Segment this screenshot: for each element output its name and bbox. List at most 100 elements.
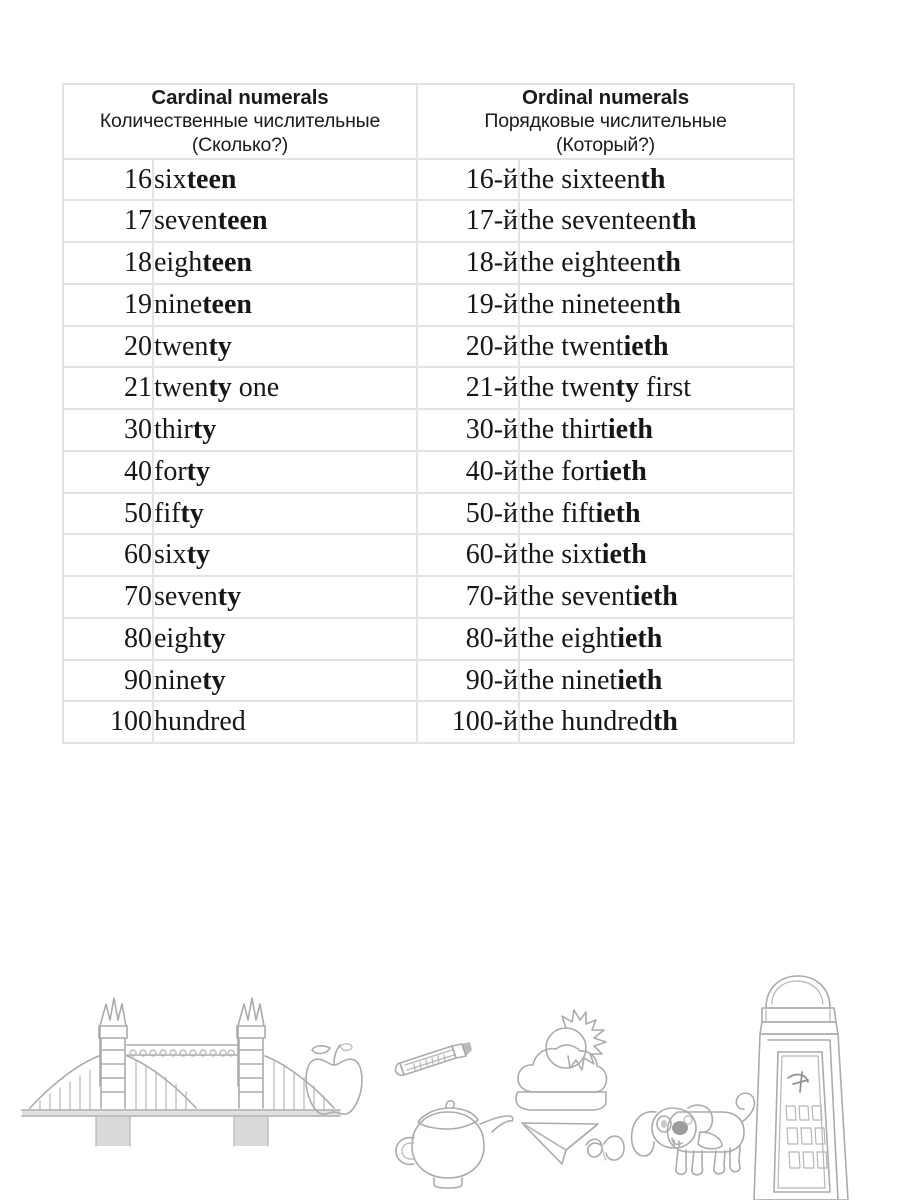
ordinal-header-question: (Который?) <box>556 133 655 156</box>
ordinal-word-suffix: th <box>640 163 666 195</box>
cardinal-word-cell: twenty <box>151 324 419 369</box>
cardinal-number-cell: 21 <box>62 366 154 411</box>
cardinal-word-stem: seven <box>154 581 218 613</box>
numerals-table: Cardinal numerals Количественные числите… <box>61 83 796 745</box>
ordinal-number-cell: 30-й <box>416 408 521 452</box>
ordinal-word-cell: the ninetieth <box>518 658 796 703</box>
ordinal-word-stem: the sixt <box>520 539 602 571</box>
cardinal-number-cell: 90 <box>62 658 154 703</box>
ordinal-number-cell: 20-й <box>416 324 521 369</box>
ordinal-word-cell: the sixtieth <box>518 533 796 578</box>
cardinal-number-cell: 60 <box>62 533 154 578</box>
table-row: 50 fifty 50-й the fiftieth <box>62 491 796 536</box>
ordinal-word-suffix: ieth <box>595 497 641 529</box>
cardinal-word-cell: twenty one <box>151 366 419 411</box>
ordinal-number-cell: 90-й <box>416 658 521 703</box>
ordinal-word-suffix: th <box>656 288 681 320</box>
cardinal-word-suffix: ty <box>192 414 217 446</box>
cardinal-number: 20 <box>124 330 152 362</box>
cardinal-word-suffix: teen <box>202 288 252 320</box>
ordinal-word-suffix: th <box>656 247 681 279</box>
cardinal-word-stem: twen <box>154 330 209 362</box>
dog-illustration <box>630 1092 756 1176</box>
ordinal-word-suffix: ieth <box>632 581 678 613</box>
table-row: 40 forty 40-й the fortieth <box>62 449 796 494</box>
ordinal-word-cell: the eightieth <box>518 616 796 661</box>
cardinal-word-suffix: ty <box>186 455 210 487</box>
table-row: 19 nineteen 19-й the nineteenth <box>62 282 796 327</box>
ordinal-number: 70-й <box>465 581 519 613</box>
cardinal-header-question: (Сколько?) <box>191 133 289 156</box>
cardinal-number-cell: 16 <box>62 157 154 202</box>
cardinal-word-tail: one <box>231 372 280 404</box>
cardinal-word-cell: eighteen <box>151 241 419 285</box>
ordinal-word-stem: the fort <box>520 455 602 487</box>
cardinal-number: 40 <box>124 455 152 487</box>
cardinal-word-stem: for <box>154 455 187 487</box>
cardinal-word-stem: eigh <box>154 247 203 279</box>
table-row: 80 eighty 80-й the eightieth <box>62 616 796 661</box>
cardinal-number-cell: 70 <box>62 575 154 619</box>
table-row: 20 twenty 20-й the twentieth <box>62 324 796 369</box>
ordinal-word-stem: the fift <box>520 497 596 529</box>
ordinal-word-cell: the eighteenth <box>518 241 796 285</box>
cardinal-word-suffix: ty <box>208 330 232 362</box>
ordinal-word-stem: the eight <box>520 622 618 654</box>
ordinal-number: 40-й <box>465 455 519 487</box>
ordinal-number-cell: 21-й <box>416 366 521 411</box>
sun-behind-cloud-illustration <box>515 1009 608 1111</box>
cardinal-number: 70 <box>124 581 152 613</box>
cardinal-word-suffix: teen <box>217 205 268 237</box>
tower-bridge-illustration <box>21 997 341 1147</box>
cardinal-word-stem: eigh <box>154 622 203 654</box>
cardinal-word-stem: seven <box>154 205 218 237</box>
cardinal-word-suffix: ty <box>217 581 242 613</box>
ordinal-number: 20-й <box>465 330 519 362</box>
cardinal-header-ru: Количественные числительные <box>99 110 381 132</box>
cardinal-number: 18 <box>124 247 152 279</box>
cardinal-word-stem: fif <box>154 497 181 529</box>
cardinal-number: 90 <box>124 664 152 696</box>
cardinal-number: 60 <box>124 539 152 571</box>
cardinal-word-suffix: ty <box>180 497 204 529</box>
cardinal-word-suffix: teen <box>202 247 252 279</box>
cardinal-number: 19 <box>124 288 152 320</box>
ordinal-number: 90-й <box>465 664 519 696</box>
ordinal-number: 80-й <box>465 622 519 654</box>
cardinal-word-stem: six <box>154 163 187 195</box>
table-header: Cardinal numerals Количественные числите… <box>61 83 796 160</box>
cardinal-number-cell: 50 <box>62 491 154 536</box>
table-header-row: Cardinal numerals Количественные числите… <box>61 83 796 160</box>
ordinal-header-cell: Ordinal numerals Порядковые числительные… <box>416 83 796 160</box>
ordinal-word-cell: the nineteenth <box>518 282 796 327</box>
ordinal-word-cell: the twentieth <box>518 324 796 369</box>
cardinal-word-suffix: ty <box>208 372 232 404</box>
cardinal-number-cell: 30 <box>62 408 154 452</box>
cardinal-word-cell: seventeen <box>151 199 419 244</box>
ordinal-number-cell: 70-й <box>416 575 521 619</box>
ordinal-word-cell: the seventieth <box>518 575 796 619</box>
cardinal-word-cell: nineteen <box>151 282 419 327</box>
ordinal-word-cell: the sixteenth <box>518 157 796 202</box>
ordinal-number: 30-й <box>465 414 519 446</box>
table-row: 21 twenty one 21-й the twenty first <box>62 366 796 411</box>
cardinal-number: 30 <box>124 414 152 446</box>
cardinal-word-cell: fifty <box>151 491 419 536</box>
cardinal-word-cell: thirty <box>151 408 419 452</box>
ordinal-word-cell: the thirtieth <box>518 408 796 452</box>
ordinal-header-ru: Порядковые числительные <box>484 110 727 132</box>
ordinal-number: 100-й <box>451 706 519 738</box>
cardinal-number: 17 <box>124 205 152 237</box>
ordinal-word-suffix: ieth <box>607 414 653 446</box>
ordinal-word-cell: the twenty first <box>518 366 796 411</box>
paper-plane-illustration <box>521 1122 625 1165</box>
table-row: 100 hundred 100-й the hundredth <box>62 700 796 745</box>
table-row: 60 sixty 60-й the sixtieth <box>62 533 796 578</box>
ordinal-number-cell: 18-й <box>416 241 521 285</box>
cardinal-word-cell: ninety <box>151 658 419 703</box>
ordinal-word-stem: the seventeen <box>520 205 672 237</box>
ordinal-word-stem: the hundred <box>520 706 653 738</box>
teapot-illustration <box>395 1100 514 1189</box>
ordinal-word-stem: the ninet <box>520 664 618 696</box>
ordinal-number-cell: 16-й <box>416 157 521 202</box>
